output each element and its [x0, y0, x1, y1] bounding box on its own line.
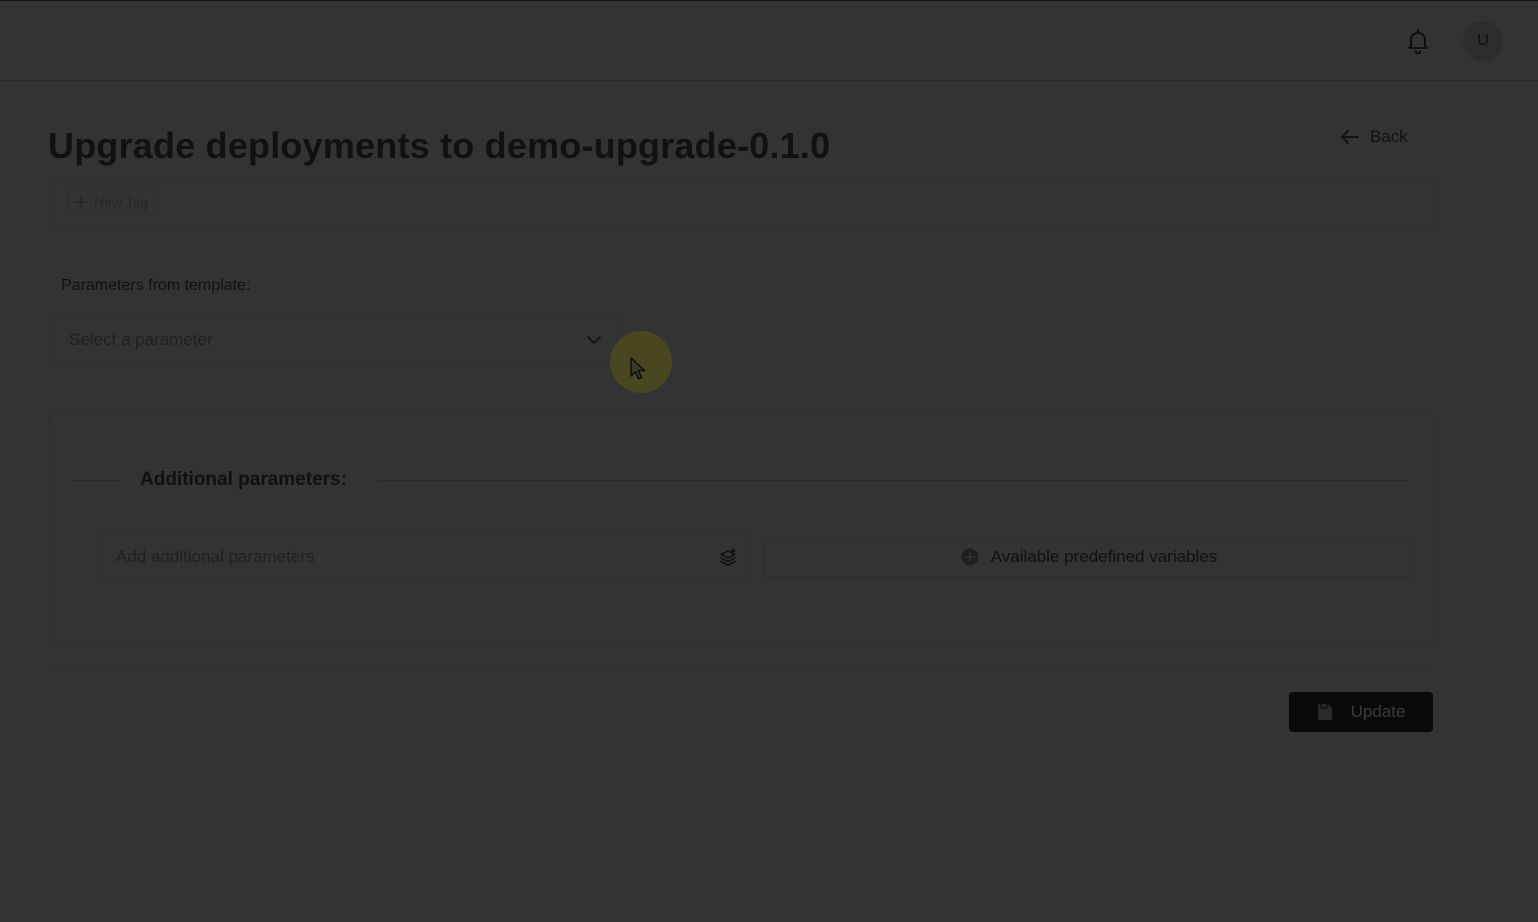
plus-icon — [74, 195, 88, 209]
back-link[interactable]: Back — [1340, 127, 1408, 147]
avatar-initial: U — [1477, 32, 1489, 49]
save-icon — [1317, 704, 1332, 720]
tags-container: New Tag — [48, 176, 1433, 230]
plus-circle-icon — [961, 548, 979, 566]
parameter-select-placeholder: Select a parameter — [69, 330, 213, 349]
user-avatar[interactable]: U — [1463, 21, 1503, 61]
app-page: U Upgrade deployments to demo-upgrade-0.… — [0, 0, 1538, 922]
section-divider-left — [71, 480, 121, 481]
page-title: Upgrade deployments to demo-upgrade-0.1.… — [48, 125, 831, 166]
mouse-cursor-highlight — [610, 331, 672, 393]
template-params-label: Parameters from template: — [61, 277, 251, 294]
arrow-left-icon — [1341, 130, 1359, 144]
update-label: Update — [1350, 702, 1406, 721]
new-tag-label: New Tag — [94, 194, 149, 210]
cursor-arrow-icon — [630, 357, 646, 380]
bell-icon[interactable] — [1404, 27, 1432, 55]
additional-parameters-panel: Additional parameters: Add additional pa… — [48, 415, 1433, 647]
additional-parameters-placeholder: Add additional parameters — [116, 547, 315, 566]
layers-icon[interactable] — [719, 548, 737, 566]
back-label: Back — [1370, 127, 1408, 146]
update-button[interactable]: Update — [1289, 692, 1433, 732]
additional-parameters-title: Additional parameters: — [140, 469, 347, 490]
new-tag-button[interactable]: New Tag — [67, 189, 156, 215]
parameter-select[interactable]: Select a parameter — [53, 314, 617, 364]
top-bar: U — [0, 1, 1538, 81]
chevron-down-icon — [587, 336, 601, 344]
predefined-variables-label: Available predefined variables — [990, 547, 1218, 566]
additional-parameters-input[interactable]: Add additional parameters — [100, 531, 750, 582]
form-footer-divider — [48, 665, 1433, 666]
section-divider-right — [377, 480, 1409, 481]
predefined-variables-button[interactable]: Available predefined variables — [764, 537, 1414, 577]
